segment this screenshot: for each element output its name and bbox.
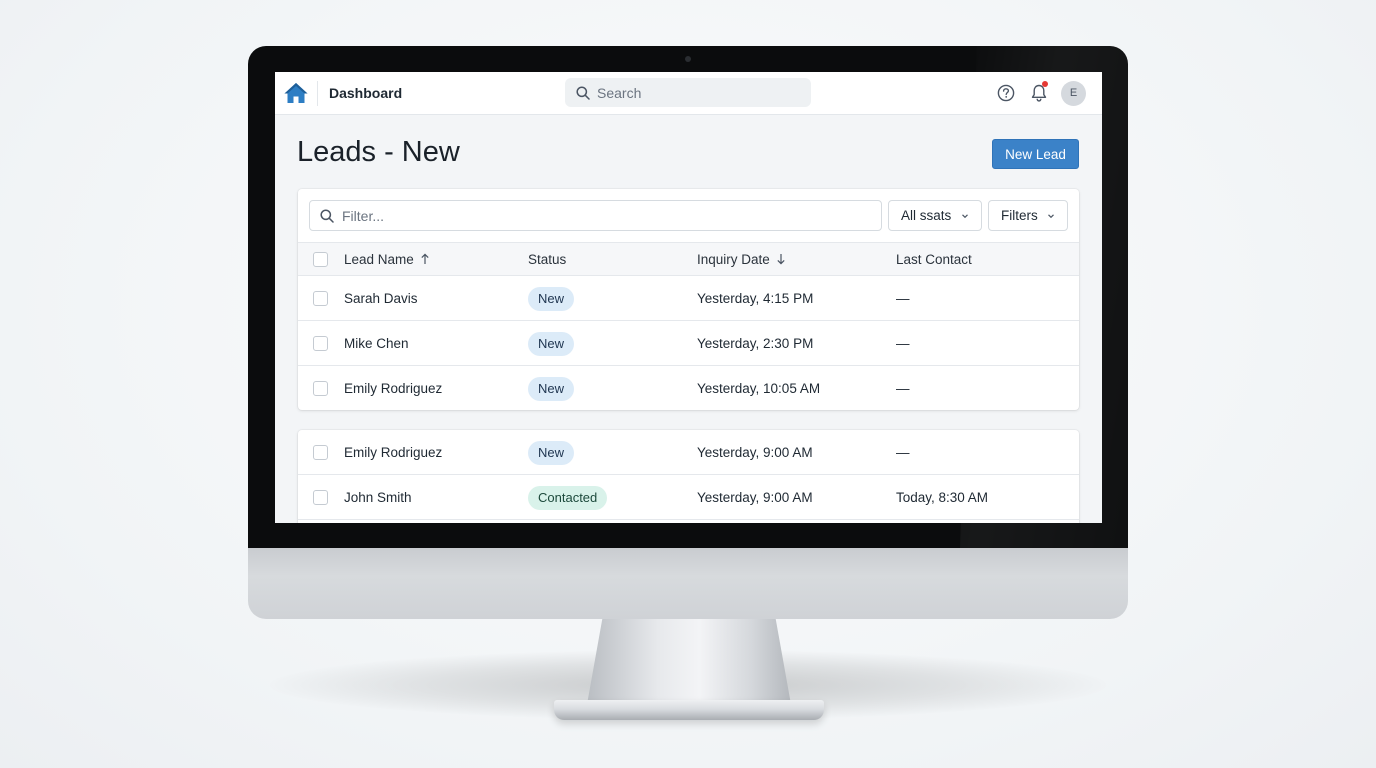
lead-name[interactable]: Emily Rodriguez: [344, 430, 442, 475]
inquiry-date: Yesterday, 9:00 AM: [697, 490, 813, 505]
row-checkbox[interactable]: [313, 445, 328, 460]
search-icon: [320, 209, 334, 223]
status-dropdown-label: All ssats: [901, 208, 952, 223]
status-badge: New: [528, 287, 575, 312]
row-checkbox[interactable]: [313, 490, 328, 505]
last-contact: Today, 8:30 AM: [896, 490, 989, 505]
column-header-last-contact[interactable]: Last Contact: [896, 243, 972, 276]
last-contact: —: [896, 336, 910, 351]
chevron-down-icon: [962, 214, 968, 219]
inquiry-date: Yesterday, 10:05 AM: [697, 381, 821, 396]
screen: Dashboard E Leads - New New Lead: [275, 72, 1102, 523]
top-bar: Dashboard E: [275, 72, 1102, 115]
lead-name[interactable]: Sarah Davis: [344, 276, 418, 321]
table-row[interactable]: John Smith Contacted Yesterday, 9:00 AM …: [298, 475, 1079, 520]
chevron-down-icon: [1048, 214, 1054, 219]
row-checkbox[interactable]: [313, 381, 328, 396]
column-header-status[interactable]: Status: [528, 243, 566, 276]
arrow-up-icon: [421, 253, 429, 264]
status-badge: New: [528, 377, 575, 402]
monitor-stand-neck: [586, 618, 792, 710]
camera-icon: [685, 56, 691, 62]
column-header-inquiry-date[interactable]: Inquiry Date: [697, 243, 786, 276]
inquiry-date: Yesterday, 4:15 PM: [697, 291, 814, 306]
monitor-chin: [248, 548, 1128, 619]
leads-table-card: All ssats Filters Lead Name Status Inqui…: [298, 189, 1079, 410]
lead-name[interactable]: Mike Chen: [344, 321, 409, 366]
table-row[interactable]: Mike Chen New Yesterday, 2:30 PM —: [298, 321, 1079, 366]
status-dropdown[interactable]: All ssats: [888, 200, 982, 231]
status-cell: Contacted: [528, 475, 608, 520]
status-badge: Contacted: [528, 486, 608, 511]
status-badge: New: [528, 332, 575, 357]
status-badge: New: [528, 441, 575, 466]
table-row[interactable]: Emily Rodriguez New Yesterday, 9:00 AM —: [298, 430, 1079, 475]
topbar-divider: [317, 81, 318, 106]
new-lead-button[interactable]: New Lead: [992, 139, 1079, 169]
row-checkbox[interactable]: [313, 291, 328, 306]
home-icon[interactable]: [283, 81, 309, 105]
page-title: Leads - New: [297, 136, 460, 168]
help-icon[interactable]: [997, 84, 1015, 102]
inquiry-date: Yesterday, 2:30 PM: [697, 336, 814, 351]
avatar[interactable]: E: [1061, 81, 1086, 106]
lead-name[interactable]: Emily Rodriguez: [344, 366, 442, 411]
search-icon: [576, 86, 590, 100]
last-contact: —: [896, 381, 910, 396]
app-title[interactable]: Dashboard: [329, 85, 402, 101]
filters-dropdown-label: Filters: [1001, 208, 1038, 223]
leads-table-card-2: Emily Rodriguez New Yesterday, 9:00 AM —…: [298, 430, 1079, 523]
monitor-stand-base: [554, 700, 824, 720]
filters-dropdown[interactable]: Filters: [988, 200, 1068, 231]
select-all-checkbox[interactable]: [313, 252, 328, 267]
table-header: Lead Name Status Inquiry Date Last Conta…: [298, 242, 1079, 276]
status-cell: New: [528, 321, 575, 366]
table-row[interactable]: Emily Rodriguez New Yesterday, 10:05 AM …: [298, 366, 1079, 411]
arrow-down-icon: [777, 254, 785, 265]
notification-dot: [1042, 81, 1048, 87]
filter-field[interactable]: [309, 200, 882, 231]
filter-input[interactable]: [342, 201, 872, 230]
status-cell: New: [528, 366, 575, 411]
column-header-lead-name[interactable]: Lead Name: [344, 243, 430, 276]
inquiry-date: Yesterday, 9:00 AM: [697, 445, 813, 460]
lead-name[interactable]: John Smith: [344, 475, 412, 520]
last-contact: —: [896, 445, 910, 460]
global-search[interactable]: [565, 78, 811, 107]
status-cell: New: [528, 276, 575, 321]
status-cell: New: [528, 430, 575, 475]
row-checkbox[interactable]: [313, 336, 328, 351]
search-input[interactable]: [597, 78, 803, 107]
table-row[interactable]: Sarah Davis New Yesterday, 4:15 PM —: [298, 276, 1079, 321]
last-contact: —: [896, 291, 910, 306]
